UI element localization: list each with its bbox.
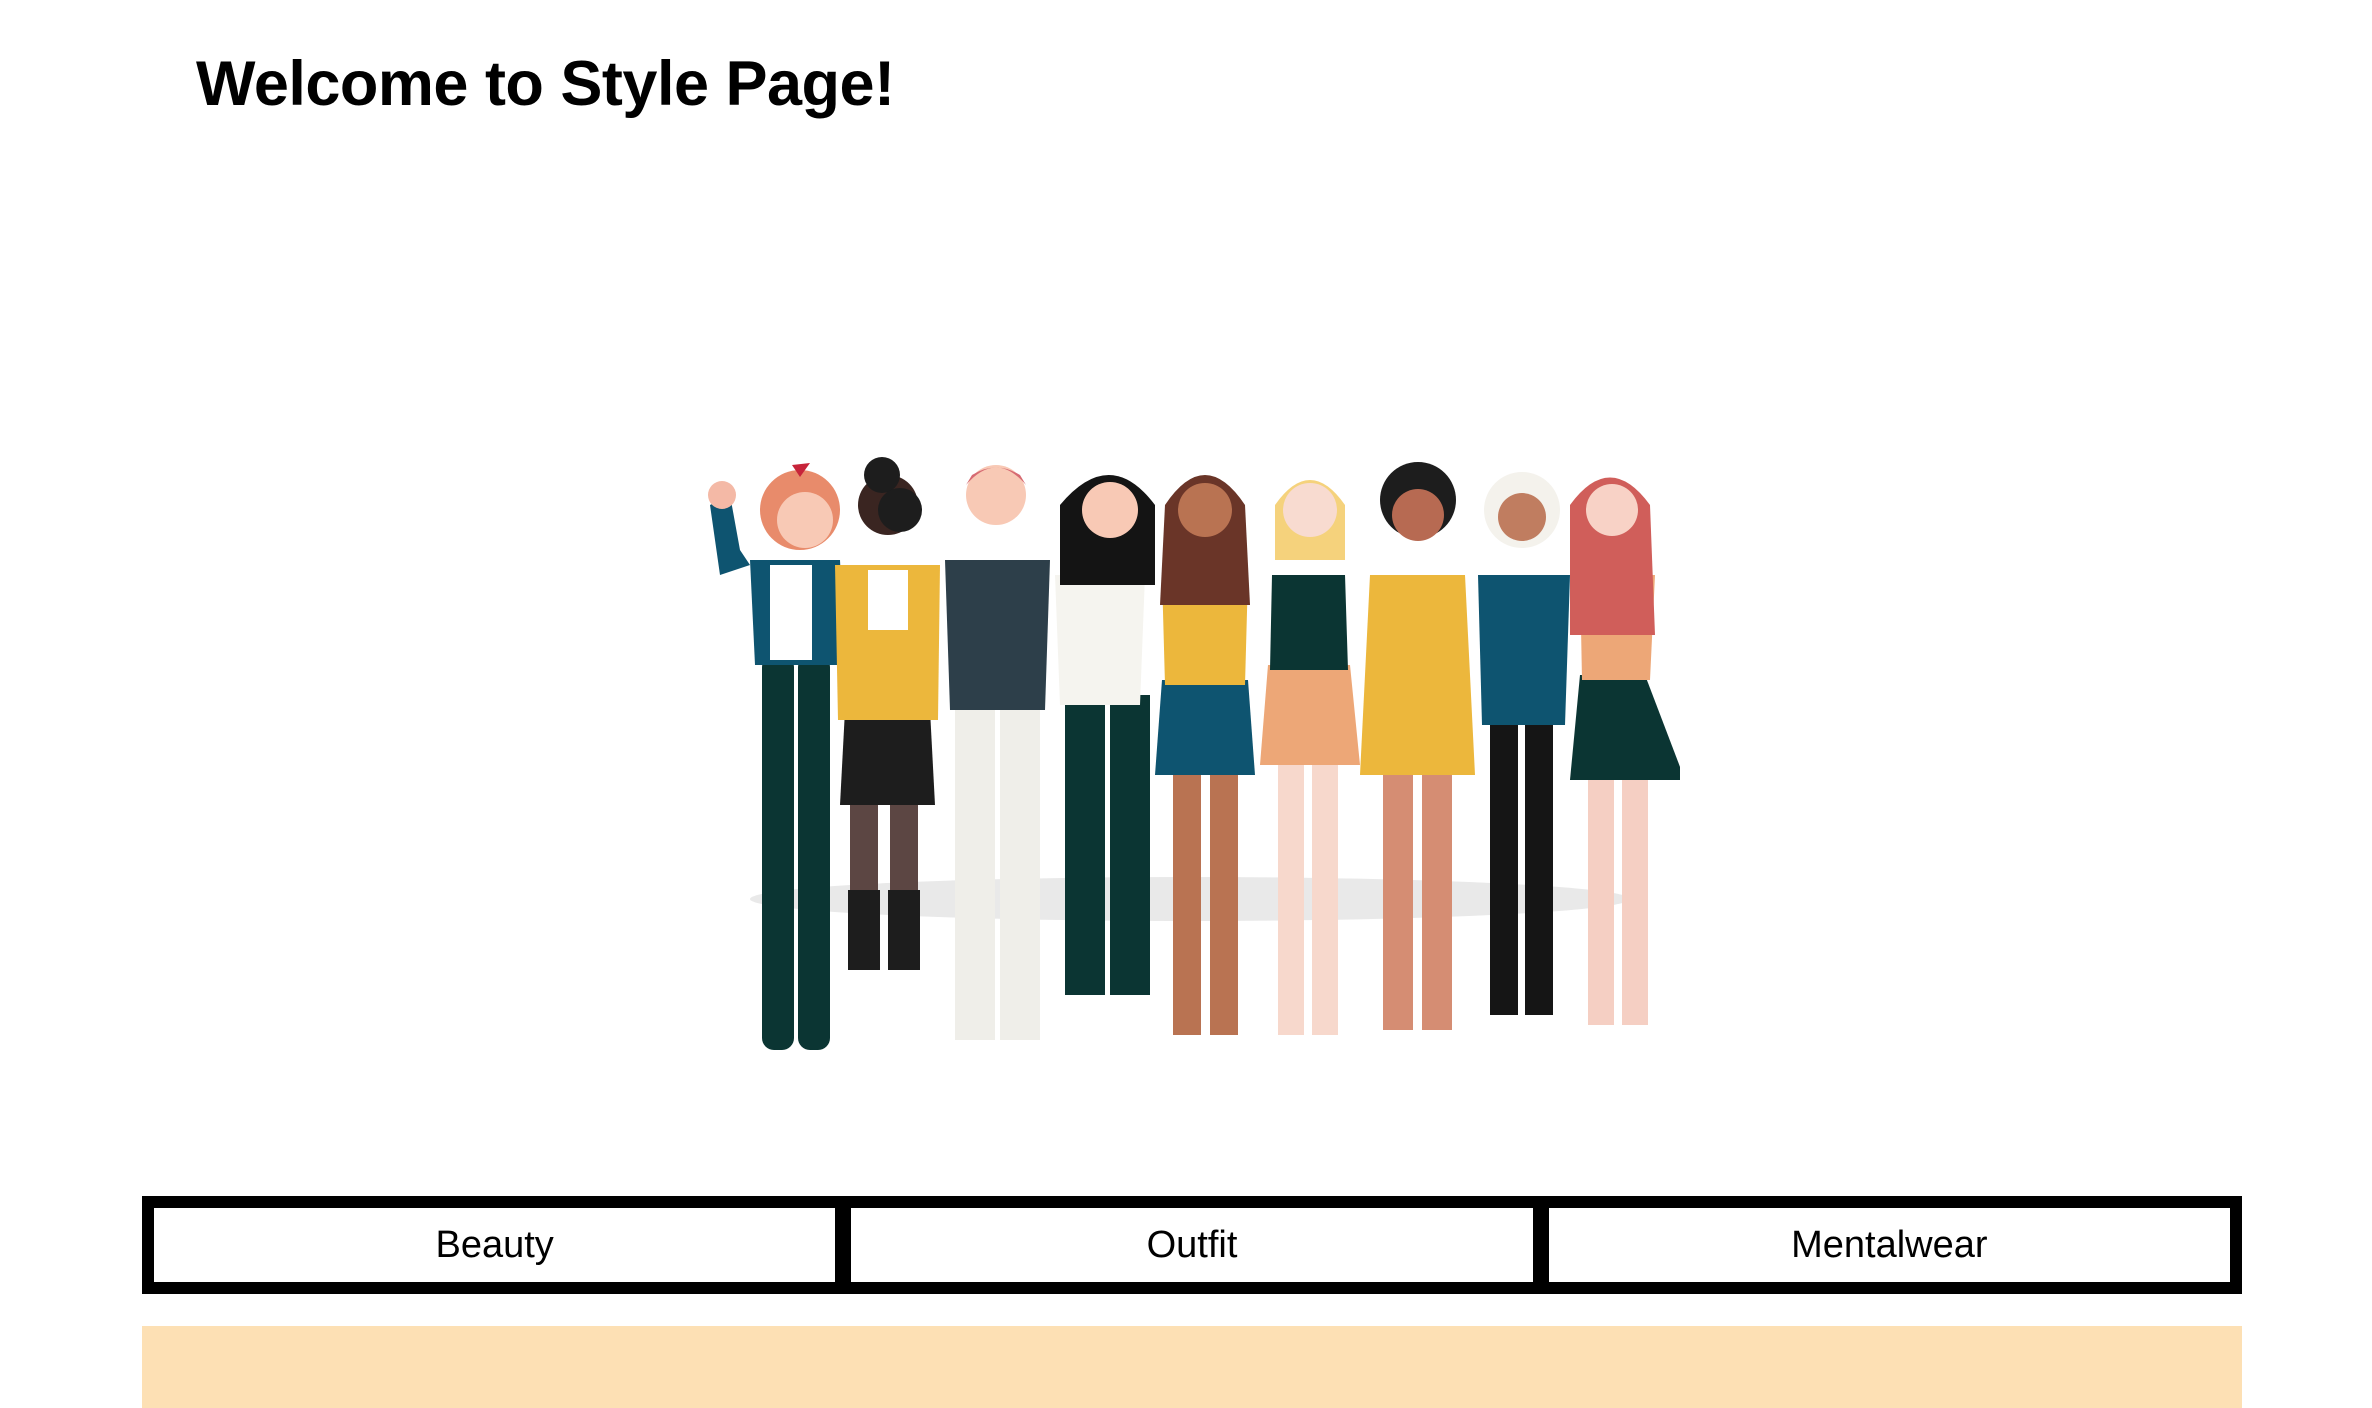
woman-8: [1478, 472, 1570, 1015]
woman-7: [1360, 462, 1475, 1030]
hero-illustration: [700, 165, 1680, 1155]
style-page: Welcome to Style Page! Beauty Outfit Men…: [0, 0, 2372, 1408]
woman-1: [708, 463, 845, 1050]
woman-5: [1155, 475, 1255, 1035]
tab-beauty[interactable]: Beauty: [151, 1205, 839, 1285]
woman-9: [1570, 477, 1680, 1025]
woman-3: [945, 465, 1050, 1040]
tab-outfit[interactable]: Outfit: [848, 1205, 1536, 1285]
woman-6: [1260, 480, 1360, 1035]
content-banner: [142, 1326, 2242, 1408]
women-group-icon: [708, 457, 1680, 1050]
woman-4: [1055, 475, 1155, 995]
tab-mentalwear[interactable]: Mentalwear: [1545, 1205, 2233, 1285]
category-tabs: Beauty Outfit Mentalwear: [142, 1196, 2242, 1294]
page-title: Welcome to Style Page!: [196, 49, 895, 119]
